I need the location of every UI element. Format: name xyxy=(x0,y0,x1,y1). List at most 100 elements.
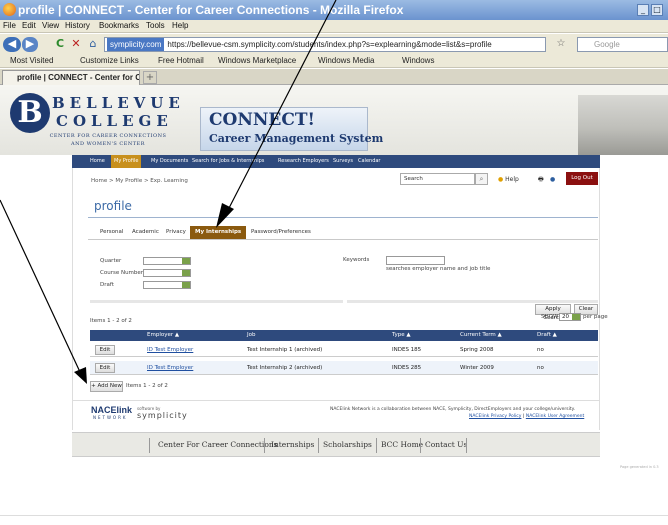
user-agreement-link[interactable]: NACElink User Agreement xyxy=(526,414,584,419)
per-page-select[interactable]: 20 xyxy=(559,313,581,321)
col-draft[interactable]: Draft ▲ xyxy=(537,332,557,338)
url-bar[interactable]: symplicity.com https://bellevue-csm.sympl… xyxy=(104,37,546,52)
magnifier-icon[interactable]: ⌕ xyxy=(475,173,488,185)
table-row: Edit ID Test Employer Test Internship 2 … xyxy=(90,361,598,375)
keywords-label: Keywords xyxy=(343,257,370,263)
center-name-line1: CENTER FOR CAREER CONNECTIONS xyxy=(49,133,167,139)
employer-link[interactable]: ID Test Employer xyxy=(147,347,193,353)
page-bottom-line xyxy=(0,515,668,516)
help-icon: ● xyxy=(498,176,504,183)
nav-my-documents[interactable]: My Documents xyxy=(151,158,188,164)
bookmark-customize-links[interactable]: Customize Links xyxy=(80,56,139,65)
logout-button[interactable]: Log Out xyxy=(566,172,598,185)
tab-password-preferences[interactable]: Password/Preferences xyxy=(246,226,316,239)
connect-subtitle: Career Management System xyxy=(209,132,384,145)
per-page-label: per page xyxy=(583,314,608,320)
menu-tools[interactable]: Tools xyxy=(146,21,165,30)
items-count-bottom: Items 1 - 2 of 2 xyxy=(126,383,168,389)
edit-button[interactable]: Edit xyxy=(95,363,115,373)
per-page-value: 20 xyxy=(562,314,569,320)
draft-cell: no xyxy=(537,365,544,371)
quarter-select[interactable] xyxy=(143,257,191,265)
reload-icon[interactable]: C xyxy=(54,37,66,52)
nav-surveys[interactable]: Surveys xyxy=(333,158,353,164)
edit-button[interactable]: Edit xyxy=(95,345,115,355)
nav-my-profile[interactable]: My Profile xyxy=(111,155,142,168)
add-new-button[interactable]: + Add New xyxy=(90,381,123,392)
maximize-button[interactable]: □ xyxy=(651,4,663,16)
employer-link[interactable]: ID Test Employer xyxy=(147,365,193,371)
tab-academic[interactable]: Academic xyxy=(127,226,164,239)
print-icon[interactable]: 🖶 xyxy=(538,175,544,184)
bookmarks-bar: Most Visited Customize Links Free Hotmai… xyxy=(0,55,668,68)
draft-select[interactable] xyxy=(143,281,191,289)
bookmark-most-visited[interactable]: Most Visited xyxy=(10,56,53,65)
menu-bookmarks[interactable]: Bookmarks xyxy=(99,21,139,30)
filter-divider-right xyxy=(347,300,598,303)
nacelink-network: NETWORK xyxy=(93,415,128,420)
title-divider xyxy=(88,217,598,218)
footer-link-divider: | xyxy=(522,414,525,419)
home-icon[interactable]: ⌂ xyxy=(86,37,100,52)
menu-history[interactable]: History xyxy=(65,21,90,30)
tab-my-internships[interactable]: My Internships xyxy=(190,226,247,239)
new-tab-button[interactable]: + xyxy=(143,71,157,84)
search-input[interactable]: Search xyxy=(400,173,475,185)
col-type[interactable]: Type ▲ xyxy=(392,332,411,338)
web-search-input[interactable]: Google xyxy=(577,37,668,52)
forward-icon[interactable]: ▶ xyxy=(22,37,38,52)
tab-privacy[interactable]: Privacy xyxy=(161,226,191,239)
nav-separator xyxy=(264,438,265,453)
back-icon[interactable]: ◀ xyxy=(3,37,21,52)
job-cell: Test Internship 1 (archived) xyxy=(247,347,323,353)
menu-help[interactable]: Help xyxy=(172,21,188,30)
items-count: Items 1 - 2 of 2 xyxy=(90,318,132,324)
nav-search-jobs[interactable]: Search for Jobs & Internships xyxy=(192,158,264,164)
draft-cell: no xyxy=(537,347,544,353)
minimize-button[interactable]: _ xyxy=(637,4,649,16)
col-employer[interactable]: Employer ▲ xyxy=(147,332,179,338)
menu-edit[interactable]: Edit xyxy=(22,21,36,30)
tab-bar: profile | CONNECT - Center for C... + xyxy=(0,69,668,85)
bookmark-free-hotmail[interactable]: Free Hotmail xyxy=(158,56,204,65)
footer-text: NACElink Network is a collaboration betw… xyxy=(330,407,576,412)
symplicity-logo: symplicity xyxy=(137,411,188,420)
chevron-down-icon xyxy=(572,314,580,320)
nav-calendar[interactable]: Calendar xyxy=(358,158,380,164)
nav-home[interactable]: Home xyxy=(90,158,105,164)
bookmark-windows[interactable]: Windows xyxy=(402,56,434,65)
info-icon[interactable]: ● xyxy=(550,175,555,184)
footer-link-bcc-home[interactable]: BCC Home xyxy=(381,440,423,449)
bookmark-windows-media[interactable]: Windows Media xyxy=(318,56,374,65)
college-logo-icon[interactable]: B xyxy=(10,93,50,133)
footer-links: NACElink Privacy Policy | NACElink User … xyxy=(469,414,584,419)
bookmark-windows-marketplace[interactable]: Windows Marketplace xyxy=(218,56,296,65)
star-icon[interactable]: ☆ xyxy=(555,37,567,52)
tab-personal[interactable]: Personal xyxy=(95,226,128,239)
stop-icon[interactable]: ✕ xyxy=(70,37,82,52)
nav-separator xyxy=(420,438,421,453)
help-label: Help xyxy=(505,176,519,183)
footer-link-career-connections[interactable]: Center For Career Connections xyxy=(158,440,278,449)
footer-link-internships[interactable]: Internships xyxy=(271,440,314,449)
help-link[interactable]: ● Help xyxy=(498,175,519,184)
breadcrumb: Home > My Profile > Exp. Learning xyxy=(91,178,188,184)
nav-separator xyxy=(149,438,150,453)
site-header: B BELLEVUE COLLEGE CENTER FOR CAREER CON… xyxy=(0,85,668,155)
browser-tab[interactable]: profile | CONNECT - Center for C... xyxy=(2,70,140,85)
site-identity-badge[interactable]: symplicity.com xyxy=(107,38,165,51)
course-number-select[interactable] xyxy=(143,269,191,277)
subtab-divider xyxy=(88,239,598,240)
col-current-term[interactable]: Current Term ▲ xyxy=(460,332,502,338)
nav-research-employers[interactable]: Research Employers xyxy=(278,158,329,164)
privacy-policy-link[interactable]: NACElink Privacy Policy xyxy=(469,414,521,419)
nav-separator xyxy=(376,438,377,453)
keywords-input[interactable] xyxy=(386,256,445,265)
menu-view[interactable]: View xyxy=(42,21,59,30)
menu-file[interactable]: File xyxy=(3,21,16,30)
footer-link-scholarships[interactable]: Scholarships xyxy=(323,440,372,449)
footer-link-contact-us[interactable]: Contact Us xyxy=(425,440,467,449)
chevron-down-icon xyxy=(182,270,190,276)
nav-separator xyxy=(318,438,319,453)
menu-bar: File Edit View History Bookmarks Tools H… xyxy=(0,20,668,33)
